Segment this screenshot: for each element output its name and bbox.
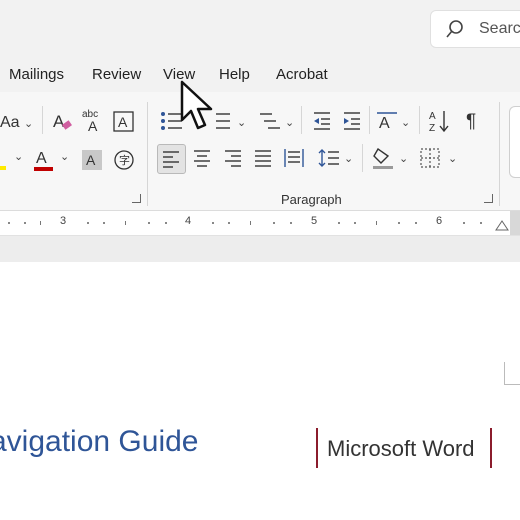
styles-gallery[interactable] [509, 106, 520, 178]
accent-divider [490, 428, 492, 468]
tab-help[interactable]: Help [219, 66, 250, 83]
increase-indent-icon[interactable] [342, 110, 362, 132]
brand-text[interactable]: Microsoft Word [327, 436, 475, 462]
ruler-mark [480, 222, 482, 224]
chevron-down-icon[interactable]: ⌄ [24, 117, 33, 130]
text-effects-icon[interactable]: abc A [82, 108, 106, 134]
tab-acrobat[interactable]: Acrobat [276, 66, 328, 83]
divider [369, 106, 370, 134]
ruler-number: 3 [60, 215, 67, 227]
chevron-down-icon[interactable]: ⌄ [399, 152, 408, 165]
enclose-characters-icon[interactable]: 字 [113, 149, 135, 171]
svg-text:A: A [429, 111, 436, 122]
change-case-button[interactable]: Aa [0, 112, 20, 134]
ruler-mark [354, 222, 356, 224]
ruler-mark [415, 222, 417, 224]
search-box[interactable]: Search [430, 10, 520, 48]
ribbon-tabs: Mailings Review View Help Acrobat [0, 58, 520, 92]
ruler-mark [40, 221, 41, 225]
divider [42, 106, 43, 134]
align-left-button[interactable] [157, 144, 186, 174]
chevron-down-icon[interactable]: ⌄ [285, 116, 294, 129]
divider [362, 144, 363, 172]
divider [301, 106, 302, 134]
ruler-mark [290, 222, 292, 224]
group-divider [499, 102, 500, 206]
tab-mailings[interactable]: Mailings [9, 66, 64, 83]
svg-text:Z: Z [429, 123, 435, 134]
ruler-mark [125, 221, 126, 225]
center-icon[interactable] [193, 149, 211, 167]
search-icon [446, 20, 463, 38]
svg-text:A: A [86, 152, 96, 168]
chevron-down-icon[interactable]: ⌄ [344, 152, 353, 165]
align-right-icon[interactable] [224, 149, 242, 167]
ruler-mark [148, 222, 150, 224]
chevron-down-icon[interactable]: ⌄ [448, 152, 457, 165]
svg-text:A: A [36, 150, 47, 167]
horizontal-ruler[interactable]: 3 4 5 6 [0, 211, 520, 236]
justify-icon[interactable] [254, 149, 272, 167]
chevron-down-icon[interactable]: ⌄ [401, 116, 410, 129]
paragraph-group-label: Paragraph [281, 192, 342, 207]
ruler-number: 4 [185, 215, 192, 227]
svg-text:字: 字 [119, 153, 130, 167]
ruler-mark [212, 222, 214, 224]
ruler-mark [250, 221, 251, 225]
change-case-label: Aa [0, 114, 20, 131]
ruler-mark [8, 222, 10, 224]
align-left-icon [163, 151, 179, 168]
group-divider [147, 102, 148, 206]
svg-text:A: A [379, 115, 390, 132]
document-canvas-background [0, 236, 520, 262]
ruler-mark [398, 222, 400, 224]
clear-formatting-icon[interactable]: A [52, 110, 74, 134]
ribbon-home: Aa ⌄ A abc A A ⌄ A ⌄ A 字 ⌄ ⌄ A ⌄ A Z ¶ ⌄… [0, 92, 520, 211]
ruler-mark [103, 222, 105, 224]
right-indent-marker-icon[interactable] [495, 220, 509, 232]
line-spacing-icon[interactable] [318, 148, 340, 168]
sort-icon[interactable]: A Z [428, 108, 452, 134]
ruler-mark [338, 222, 340, 224]
ruler-mark [87, 222, 89, 224]
ruler-margin [510, 211, 520, 235]
ruler-mark [228, 222, 230, 224]
svg-text:A: A [118, 114, 128, 130]
show-formatting-marks-icon[interactable]: ¶ [466, 111, 476, 133]
font-color-icon[interactable]: A [33, 148, 55, 174]
margin-corner-mark [504, 362, 520, 385]
distributed-icon[interactable] [284, 148, 304, 168]
multilevel-list-icon[interactable] [258, 110, 282, 132]
decrease-indent-icon[interactable] [312, 110, 332, 132]
borders-icon[interactable] [420, 148, 440, 168]
character-border-icon[interactable]: A [113, 111, 135, 133]
ruler-mark [165, 222, 167, 224]
mouse-cursor-icon [180, 80, 213, 130]
highlight-color-bar[interactable] [0, 166, 6, 170]
search-placeholder: Search [479, 20, 520, 37]
ruler-mark [273, 222, 275, 224]
document-title[interactable]: avigation Guide [0, 425, 198, 459]
svg-text:A: A [53, 112, 65, 131]
ruler-number: 5 [311, 215, 318, 227]
ruler-mark [24, 222, 26, 224]
paragraph-dialog-launcher-icon[interactable] [484, 194, 493, 203]
chevron-down-icon[interactable]: ⌄ [237, 116, 246, 129]
text-direction-icon[interactable]: A [376, 110, 398, 132]
accent-divider [316, 428, 318, 468]
font-dialog-launcher-icon[interactable] [132, 194, 141, 203]
shading-icon[interactable] [372, 146, 394, 170]
title-bar: Search [0, 0, 520, 58]
document-page[interactable]: avigation Guide Microsoft Word [0, 262, 520, 520]
tab-review[interactable]: Review [92, 66, 141, 83]
chevron-down-icon[interactable]: ⌄ [14, 150, 23, 163]
ruler-mark [376, 221, 377, 225]
svg-text:A: A [88, 118, 98, 134]
ruler-number: 6 [436, 215, 443, 227]
ruler-mark [463, 222, 465, 224]
divider [419, 106, 420, 134]
character-shading-icon[interactable]: A [82, 150, 102, 170]
chevron-down-icon[interactable]: ⌄ [60, 150, 69, 163]
